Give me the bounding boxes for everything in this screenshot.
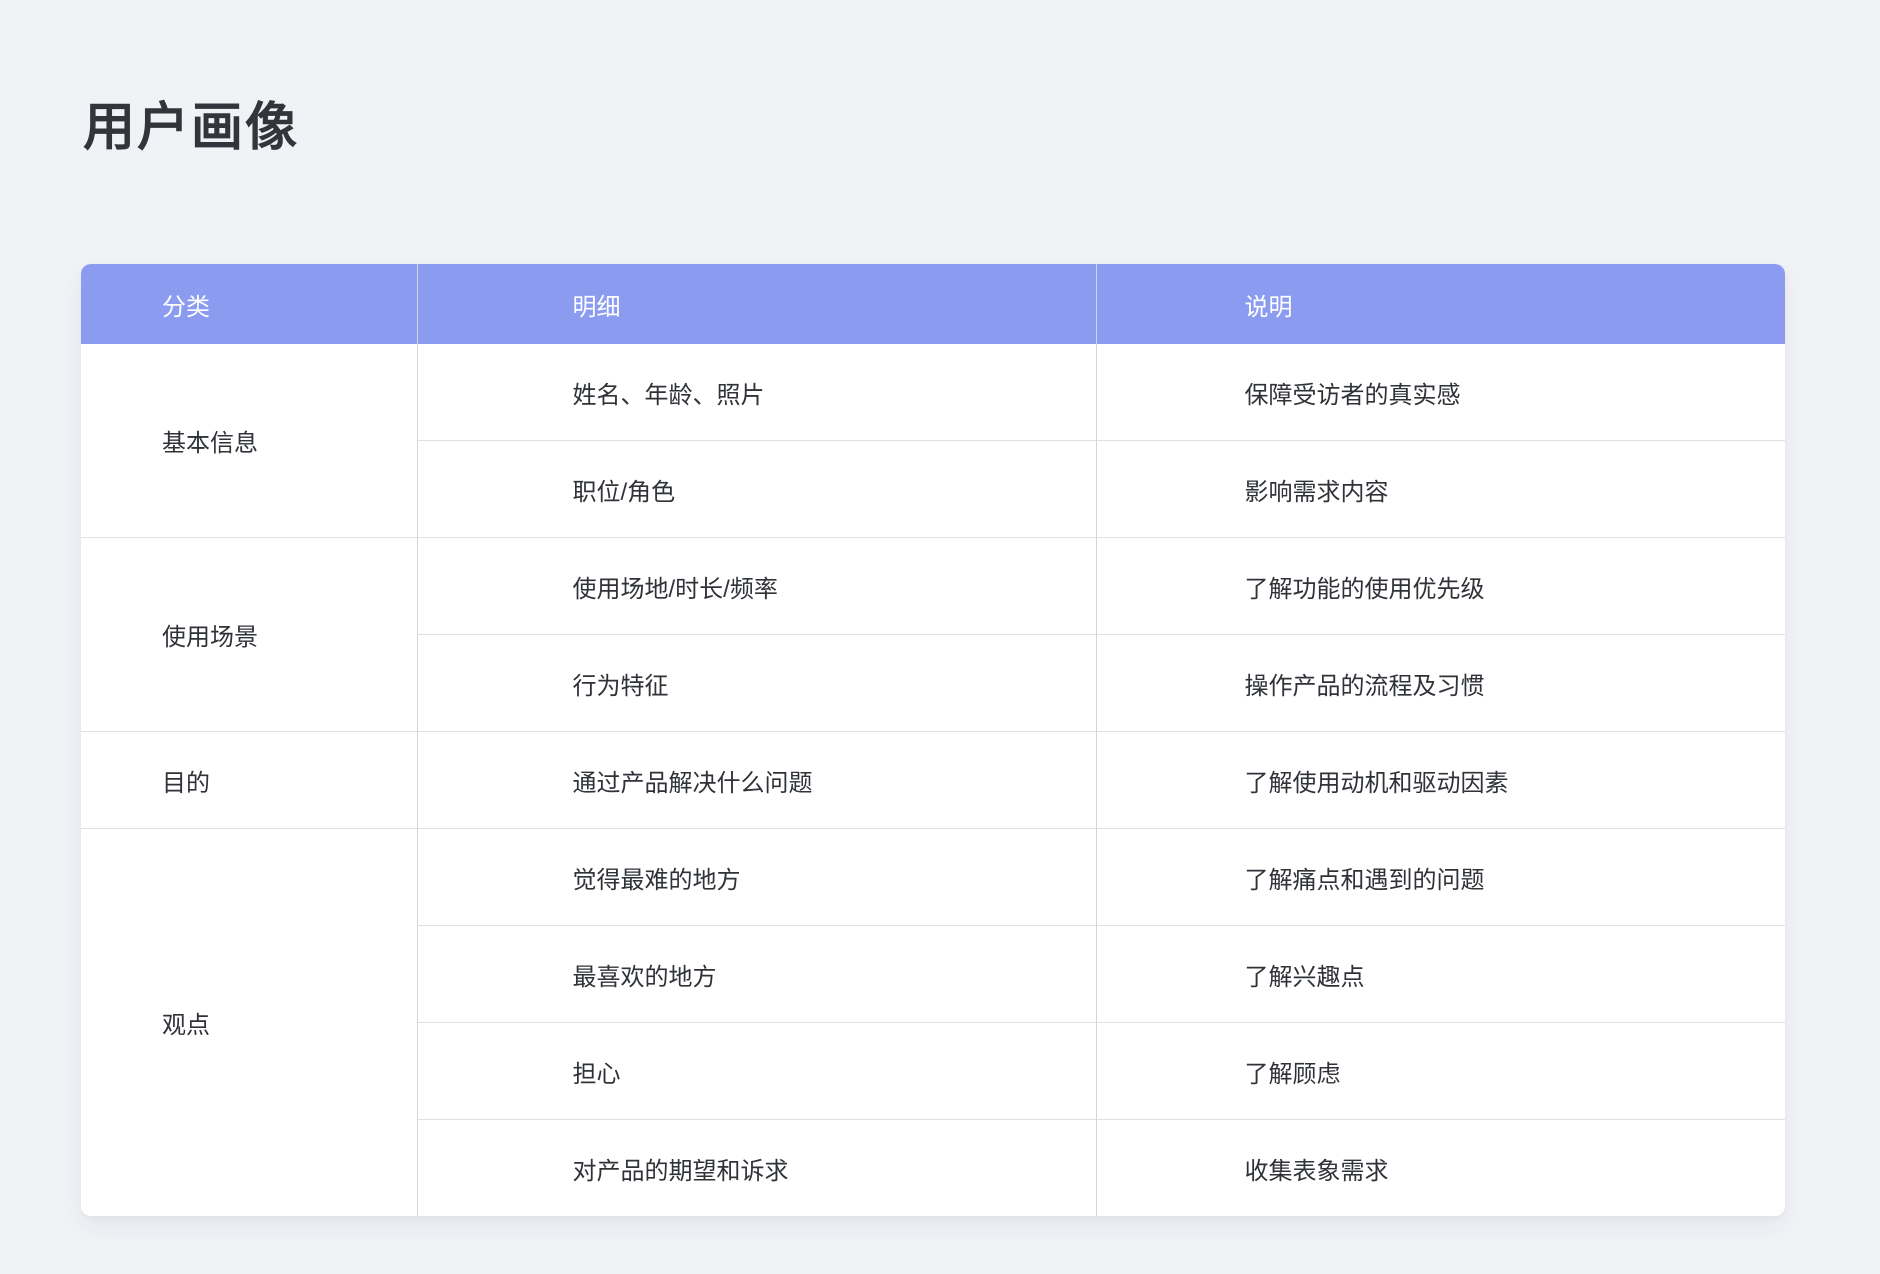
persona-table: 分类 明细 说明 基本信息 姓名、年龄、照片 保障受访者的真实感 职位/角色 影… <box>81 264 1785 1216</box>
category-cell: 观点 <box>81 829 417 1217</box>
category-cell: 基本信息 <box>81 344 417 538</box>
detail-cell: 觉得最难的地方 <box>417 829 1096 926</box>
description-cell: 了解功能的使用优先级 <box>1096 538 1785 635</box>
description-cell: 了解痛点和遇到的问题 <box>1096 829 1785 926</box>
table-row: 基本信息 姓名、年龄、照片 保障受访者的真实感 <box>81 344 1785 441</box>
header-cell-description: 说明 <box>1096 264 1785 344</box>
description-cell: 收集表象需求 <box>1096 1120 1785 1217</box>
header-cell-category: 分类 <box>81 264 417 344</box>
description-cell: 了解使用动机和驱动因素 <box>1096 732 1785 829</box>
page-title: 用户画像 <box>83 98 299 158</box>
detail-cell: 行为特征 <box>417 635 1096 732</box>
category-cell: 目的 <box>81 732 417 829</box>
header-cell-detail: 明细 <box>417 264 1096 344</box>
detail-cell: 使用场地/时长/频率 <box>417 538 1096 635</box>
table-row: 目的 通过产品解决什么问题 了解使用动机和驱动因素 <box>81 732 1785 829</box>
detail-cell: 姓名、年龄、照片 <box>417 344 1096 441</box>
description-cell: 了解顾虑 <box>1096 1023 1785 1120</box>
detail-cell: 最喜欢的地方 <box>417 926 1096 1023</box>
detail-cell: 担心 <box>417 1023 1096 1120</box>
table-row: 观点 觉得最难的地方 了解痛点和遇到的问题 <box>81 829 1785 926</box>
user-persona-table: 分类 明细 说明 基本信息 姓名、年龄、照片 保障受访者的真实感 职位/角色 影… <box>81 264 1785 1216</box>
table-row: 使用场景 使用场地/时长/频率 了解功能的使用优先级 <box>81 538 1785 635</box>
description-cell: 保障受访者的真实感 <box>1096 344 1785 441</box>
category-cell: 使用场景 <box>81 538 417 732</box>
description-cell: 操作产品的流程及习惯 <box>1096 635 1785 732</box>
detail-cell: 对产品的期望和诉求 <box>417 1120 1096 1217</box>
description-cell: 了解兴趣点 <box>1096 926 1785 1023</box>
detail-cell: 职位/角色 <box>417 441 1096 538</box>
detail-cell: 通过产品解决什么问题 <box>417 732 1096 829</box>
description-cell: 影响需求内容 <box>1096 441 1785 538</box>
table-header-row: 分类 明细 说明 <box>81 264 1785 344</box>
